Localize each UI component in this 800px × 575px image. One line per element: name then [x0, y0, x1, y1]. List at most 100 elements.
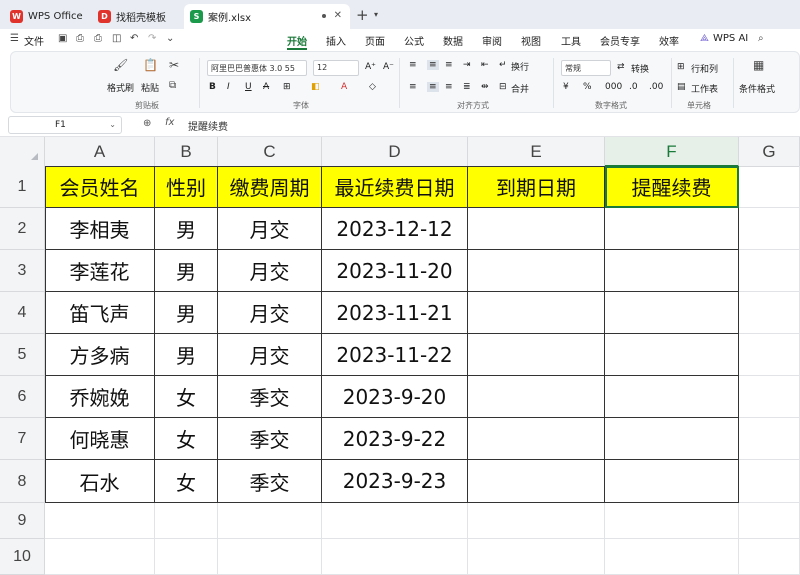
- cell-due-date[interactable]: [468, 292, 605, 334]
- menu-efficiency[interactable]: 效率: [659, 33, 679, 48]
- formula-content[interactable]: 提醒续费: [188, 118, 228, 133]
- empty-cell[interactable]: [739, 208, 800, 250]
- menu-home[interactable]: 开始: [287, 33, 307, 48]
- cell-payment-cycle[interactable]: 月交: [218, 334, 322, 376]
- font-size-select[interactable]: 12: [313, 60, 359, 76]
- chevron-down-icon[interactable]: ⌄: [166, 33, 174, 44]
- row-header-6[interactable]: 6: [0, 376, 45, 418]
- shrink-font-icon[interactable]: A⁻: [383, 62, 394, 72]
- copy-icon[interactable]: ⧉: [169, 80, 176, 91]
- conditional-format-icon[interactable]: ▦: [753, 58, 764, 72]
- empty-cell[interactable]: [322, 539, 468, 575]
- rows-cols-button[interactable]: 行和列: [691, 62, 718, 75]
- column-header-d[interactable]: D: [322, 137, 468, 167]
- menu-member[interactable]: 会员专享: [600, 33, 640, 48]
- border-icon[interactable]: ⊞: [283, 82, 291, 92]
- font-name-select[interactable]: 阿里巴巴普惠体 3.0 55: [207, 60, 307, 76]
- justify-icon[interactable]: ≣: [463, 82, 471, 92]
- search-icon[interactable]: ⌕: [758, 33, 764, 44]
- cell-last-renewal[interactable]: 2023-9-20: [322, 376, 468, 418]
- column-header-g[interactable]: G: [739, 137, 800, 167]
- print-icon[interactable]: ⎙: [94, 33, 102, 44]
- menu-formula[interactable]: 公式: [404, 33, 424, 48]
- name-box[interactable]: F1 ⌄: [8, 116, 122, 134]
- merge-button[interactable]: 合并: [511, 82, 529, 95]
- column-header-f[interactable]: F: [605, 137, 739, 167]
- cell-member-name[interactable]: 乔婉娩: [45, 376, 155, 418]
- paste-button[interactable]: 粘贴: [141, 81, 159, 94]
- cell-due-date[interactable]: [468, 460, 605, 503]
- column-header-b[interactable]: B: [155, 137, 218, 167]
- row-header-7[interactable]: 7: [0, 418, 45, 460]
- export-pdf-icon[interactable]: ⎙: [76, 33, 84, 44]
- row-header-2[interactable]: 2: [0, 208, 45, 250]
- row-header-9[interactable]: 9: [0, 503, 45, 539]
- wrap-text-button[interactable]: 换行: [511, 60, 529, 73]
- empty-cell[interactable]: [739, 460, 800, 503]
- empty-cell[interactable]: [739, 292, 800, 334]
- header-cell-renewal-reminder[interactable]: 提醒续费: [605, 166, 739, 208]
- empty-cell[interactable]: [45, 503, 155, 539]
- cell-gender[interactable]: 男: [155, 334, 218, 376]
- empty-cell[interactable]: [155, 503, 218, 539]
- hamburger-menu-icon[interactable]: ☰: [10, 33, 19, 44]
- cell-payment-cycle[interactable]: 季交: [218, 418, 322, 460]
- header-cell-member-name[interactable]: 会员姓名: [45, 166, 155, 208]
- cell-last-renewal[interactable]: 2023-11-21: [322, 292, 468, 334]
- menu-review[interactable]: 审阅: [482, 33, 502, 48]
- align-bottom-icon[interactable]: ≡: [445, 60, 453, 70]
- cell-renewal-reminder[interactable]: [605, 418, 739, 460]
- cell-gender[interactable]: 女: [155, 460, 218, 503]
- cell-last-renewal[interactable]: 2023-11-20: [322, 250, 468, 292]
- strikethrough-icon[interactable]: A: [263, 82, 269, 92]
- align-top-icon[interactable]: ≡: [409, 60, 417, 70]
- header-cell-payment-cycle[interactable]: 缴费周期: [218, 166, 322, 208]
- menu-insert[interactable]: 插入: [326, 33, 346, 48]
- header-cell-last-renewal[interactable]: 最近续费日期: [322, 166, 468, 208]
- tab-wps-office[interactable]: W WPS Office: [4, 4, 84, 29]
- empty-cell[interactable]: [605, 503, 739, 539]
- menu-view[interactable]: 视图: [521, 33, 541, 48]
- empty-cell[interactable]: [155, 539, 218, 575]
- column-header-a[interactable]: A: [45, 137, 155, 167]
- convert-icon[interactable]: ⇄: [617, 62, 625, 72]
- row-header-4[interactable]: 4: [0, 292, 45, 334]
- cell-renewal-reminder[interactable]: [605, 460, 739, 503]
- cell-last-renewal[interactable]: 2023-9-23: [322, 460, 468, 503]
- align-middle-icon[interactable]: ≡: [427, 60, 439, 70]
- print-preview-icon[interactable]: ◫: [112, 33, 121, 44]
- empty-cell[interactable]: [739, 376, 800, 418]
- cell-payment-cycle[interactable]: 季交: [218, 376, 322, 418]
- empty-cell[interactable]: [605, 539, 739, 575]
- undo-icon[interactable]: ↶: [130, 33, 138, 44]
- cell-due-date[interactable]: [468, 208, 605, 250]
- menu-page[interactable]: 页面: [365, 33, 385, 48]
- cell-last-renewal[interactable]: 2023-9-22: [322, 418, 468, 460]
- menu-tools[interactable]: 工具: [561, 33, 581, 48]
- number-format-select[interactable]: 常规: [561, 60, 611, 76]
- cell-due-date[interactable]: [468, 418, 605, 460]
- empty-cell[interactable]: [739, 418, 800, 460]
- conditional-format-button[interactable]: 条件格式: [739, 82, 775, 95]
- empty-cell[interactable]: [468, 503, 605, 539]
- column-header-e[interactable]: E: [468, 137, 605, 167]
- cell-payment-cycle[interactable]: 季交: [218, 460, 322, 503]
- menu-file[interactable]: 文件: [24, 33, 44, 48]
- empty-cell[interactable]: [218, 539, 322, 575]
- italic-icon[interactable]: I: [227, 82, 230, 92]
- row-header-1[interactable]: 1: [0, 166, 45, 208]
- row-header-5[interactable]: 5: [0, 334, 45, 376]
- merge-icon[interactable]: ⊟: [499, 82, 507, 92]
- cell-gender[interactable]: 女: [155, 418, 218, 460]
- cell-gender[interactable]: 男: [155, 292, 218, 334]
- cell-renewal-reminder[interactable]: [605, 334, 739, 376]
- close-icon[interactable]: ✕: [334, 10, 342, 21]
- cell-renewal-reminder[interactable]: [605, 250, 739, 292]
- cell-gender[interactable]: 女: [155, 376, 218, 418]
- redo-icon[interactable]: ↷: [148, 33, 156, 44]
- header-cell-due-date[interactable]: 到期日期: [468, 166, 605, 208]
- cell-member-name[interactable]: 何晓惠: [45, 418, 155, 460]
- paste-icon[interactable]: 📋: [143, 58, 158, 72]
- empty-cell[interactable]: [739, 539, 800, 575]
- indent-icon[interactable]: ⇥: [463, 60, 471, 70]
